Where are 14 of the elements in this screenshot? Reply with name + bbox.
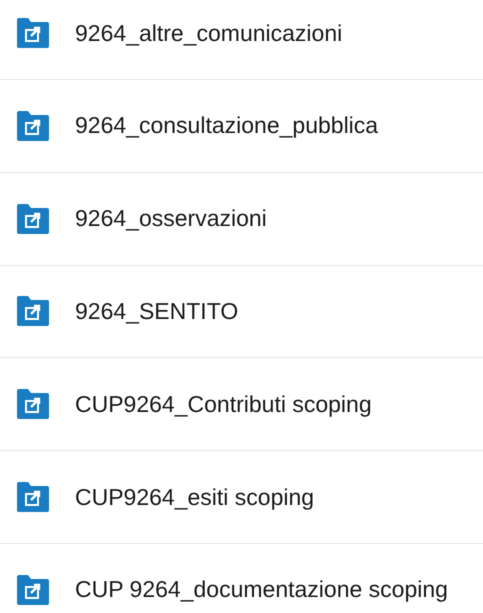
folder-shortcut-icon	[17, 204, 49, 234]
folder-name[interactable]: 9264_SENTITO	[75, 298, 238, 325]
folder-name[interactable]: 9264_altre_comunicazioni	[75, 20, 342, 46]
folder-name[interactable]: CUP9264_Contributi scoping	[75, 390, 372, 418]
folder-shortcut-icon	[17, 296, 49, 326]
folder-shortcut-icon	[17, 18, 49, 48]
folder-shortcut-icon	[17, 110, 49, 141]
folder-shortcut-icon	[17, 574, 49, 605]
folder-name[interactable]: CUP9264_esiti scoping	[75, 484, 314, 511]
folder-shortcut-icon	[17, 482, 49, 512]
folder-name[interactable]: 9264_consultazione_pubblica	[75, 112, 378, 140]
folder-name[interactable]: 9264_osservazioni	[75, 205, 267, 232]
folder-shortcut-icon	[17, 389, 49, 420]
folder-name[interactable]: CUP 9264_documentazione scoping	[75, 576, 448, 604]
